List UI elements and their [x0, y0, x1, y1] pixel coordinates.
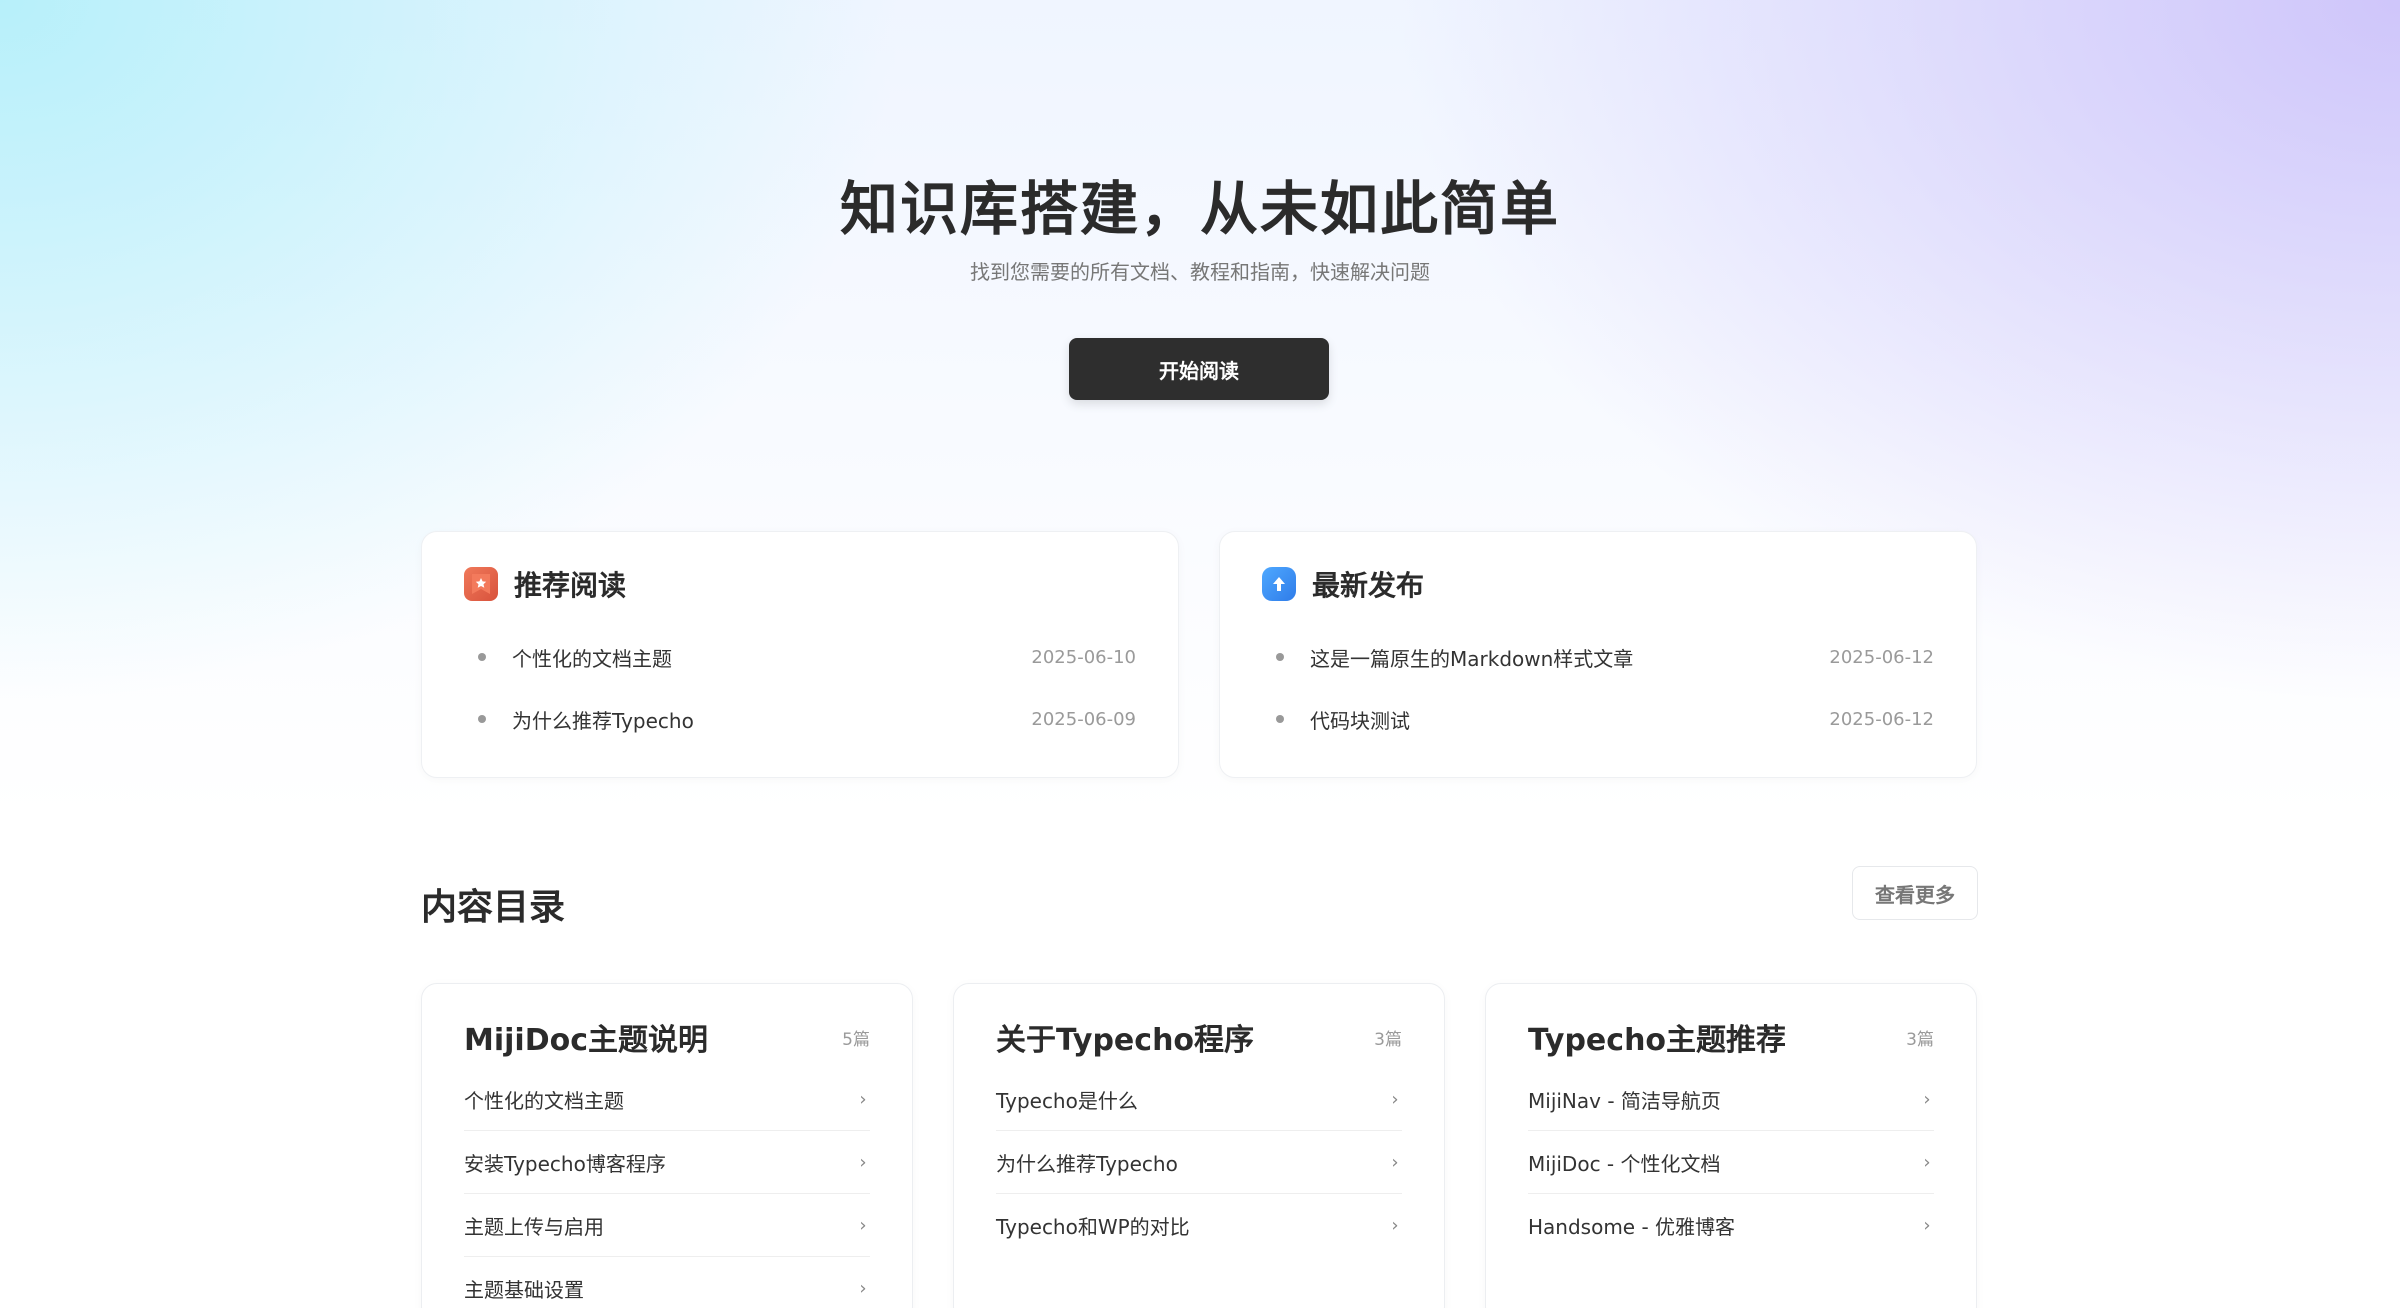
category-card-header: Typecho主题推荐 3篇 — [1528, 1014, 1934, 1060]
recommended-item[interactable]: 为什么推荐Typecho 2025-06-09 — [464, 688, 1136, 750]
category-card-themes: Typecho主题推荐 3篇 MijiNav - 简洁导航页 › MijiDoc… — [1485, 983, 1977, 1308]
category-count: 3篇 — [1374, 1029, 1402, 1050]
latest-item-title: 这是一篇原生的Markdown样式文章 — [1310, 646, 1634, 671]
bullet-dot-icon — [478, 715, 486, 723]
recommended-item-title: 为什么推荐Typecho — [512, 708, 694, 733]
category-list-item[interactable]: MijiNav - 简洁导航页 › — [1528, 1068, 1934, 1131]
category-item-title: 主题上传与启用 — [464, 1214, 604, 1239]
chevron-right-icon: › — [859, 1214, 867, 1236]
chevron-right-icon: › — [1391, 1088, 1399, 1110]
hero-title: 知识库搭建，从未如此简单 — [839, 175, 1560, 243]
category-list-item[interactable]: Handsome - 优雅博客 › — [1528, 1194, 1934, 1257]
category-list-item[interactable]: 安装Typecho博客程序 › — [464, 1131, 870, 1194]
category-list-item[interactable]: 为什么推荐Typecho › — [996, 1131, 1402, 1194]
recommended-panel-title: 推荐阅读 — [514, 569, 627, 602]
category-title[interactable]: 关于Typecho程序 — [996, 1015, 1254, 1059]
chevron-right-icon: › — [1391, 1151, 1399, 1173]
upload-arrow-icon — [1262, 567, 1296, 601]
category-item-title: 主题基础设置 — [464, 1278, 584, 1302]
category-item-title: MijiDoc - 个性化文档 — [1528, 1151, 1721, 1176]
category-item-title: Typecho和WP的对比 — [996, 1215, 1190, 1239]
recommended-list: 个性化的文档主题 2025-06-10 为什么推荐Typecho 2025-06… — [464, 626, 1136, 750]
bullet-dot-icon — [1276, 653, 1284, 661]
category-list-item[interactable]: 主题上传与启用 › — [464, 1194, 870, 1257]
bullet-dot-icon — [1276, 715, 1284, 723]
category-card-header: 关于Typecho程序 3篇 — [996, 1014, 1402, 1060]
category-item-title: 安装Typecho博客程序 — [464, 1151, 666, 1176]
category-card-typecho: 关于Typecho程序 3篇 Typecho是什么 › 为什么推荐Typecho… — [953, 983, 1445, 1308]
category-list-item[interactable]: Typecho和WP的对比 › — [996, 1194, 1402, 1257]
category-count: 3篇 — [1906, 1029, 1934, 1050]
latest-item-date: 2025-06-12 — [1829, 646, 1934, 668]
recommended-panel: 推荐阅读 个性化的文档主题 2025-06-10 为什么推荐Typecho 20… — [421, 531, 1179, 778]
category-count: 5篇 — [842, 1029, 870, 1050]
category-card-mijidoc: MijiDoc主题说明 5篇 个性化的文档主题 › 安装Typecho博客程序 … — [421, 983, 913, 1308]
view-more-button[interactable]: 查看更多 — [1852, 866, 1978, 920]
star-bookmark-icon — [464, 567, 498, 601]
recommended-item-date: 2025-06-09 — [1031, 708, 1136, 730]
latest-list: 这是一篇原生的Markdown样式文章 2025-06-12 代码块测试 202… — [1262, 626, 1934, 750]
catalog-title: 内容目录 — [421, 887, 566, 928]
latest-panel-header: 最新发布 — [1262, 562, 1934, 606]
category-list-item[interactable]: 主题基础设置 › — [464, 1257, 870, 1308]
latest-item[interactable]: 代码块测试 2025-06-12 — [1262, 688, 1934, 750]
recommended-item-title: 个性化的文档主题 — [512, 646, 672, 671]
hero-subtitle: 找到您需要的所有文档、教程和指南，快速解决问题 — [970, 260, 1430, 284]
recommended-item[interactable]: 个性化的文档主题 2025-06-10 — [464, 626, 1136, 688]
category-item-title: Typecho是什么 — [996, 1088, 1138, 1113]
recommended-panel-header: 推荐阅读 — [464, 562, 1136, 606]
category-card-header: MijiDoc主题说明 5篇 — [464, 1014, 870, 1060]
chevron-right-icon: › — [1923, 1151, 1931, 1173]
chevron-right-icon: › — [1391, 1215, 1399, 1236]
category-list-item[interactable]: Typecho是什么 › — [996, 1068, 1402, 1131]
chevron-right-icon: › — [1923, 1215, 1931, 1236]
category-list-item[interactable]: MijiDoc - 个性化文档 › — [1528, 1131, 1934, 1194]
chevron-right-icon: › — [859, 1088, 867, 1110]
chevron-right-icon: › — [859, 1151, 867, 1173]
recommended-item-date: 2025-06-10 — [1031, 646, 1136, 668]
hero-background — [0, 0, 2400, 820]
chevron-right-icon: › — [859, 1278, 867, 1299]
chevron-right-icon: › — [1923, 1088, 1931, 1110]
latest-item-title: 代码块测试 — [1310, 708, 1410, 733]
bullet-dot-icon — [478, 653, 486, 661]
category-list-item[interactable]: 个性化的文档主题 › — [464, 1068, 870, 1131]
start-reading-button[interactable]: 开始阅读 — [1069, 338, 1329, 400]
category-item-title: 个性化的文档主题 — [464, 1088, 624, 1113]
latest-item[interactable]: 这是一篇原生的Markdown样式文章 2025-06-12 — [1262, 626, 1934, 688]
category-item-title: Handsome - 优雅博客 — [1528, 1215, 1736, 1239]
category-item-title: 为什么推荐Typecho — [996, 1151, 1178, 1176]
latest-panel: 最新发布 这是一篇原生的Markdown样式文章 2025-06-12 代码块测… — [1219, 531, 1977, 778]
latest-panel-title: 最新发布 — [1312, 569, 1425, 602]
category-item-title: MijiNav - 简洁导航页 — [1528, 1088, 1721, 1113]
latest-item-date: 2025-06-12 — [1829, 708, 1934, 730]
category-title[interactable]: MijiDoc主题说明 — [464, 1015, 708, 1059]
category-title[interactable]: Typecho主题推荐 — [1528, 1015, 1786, 1059]
